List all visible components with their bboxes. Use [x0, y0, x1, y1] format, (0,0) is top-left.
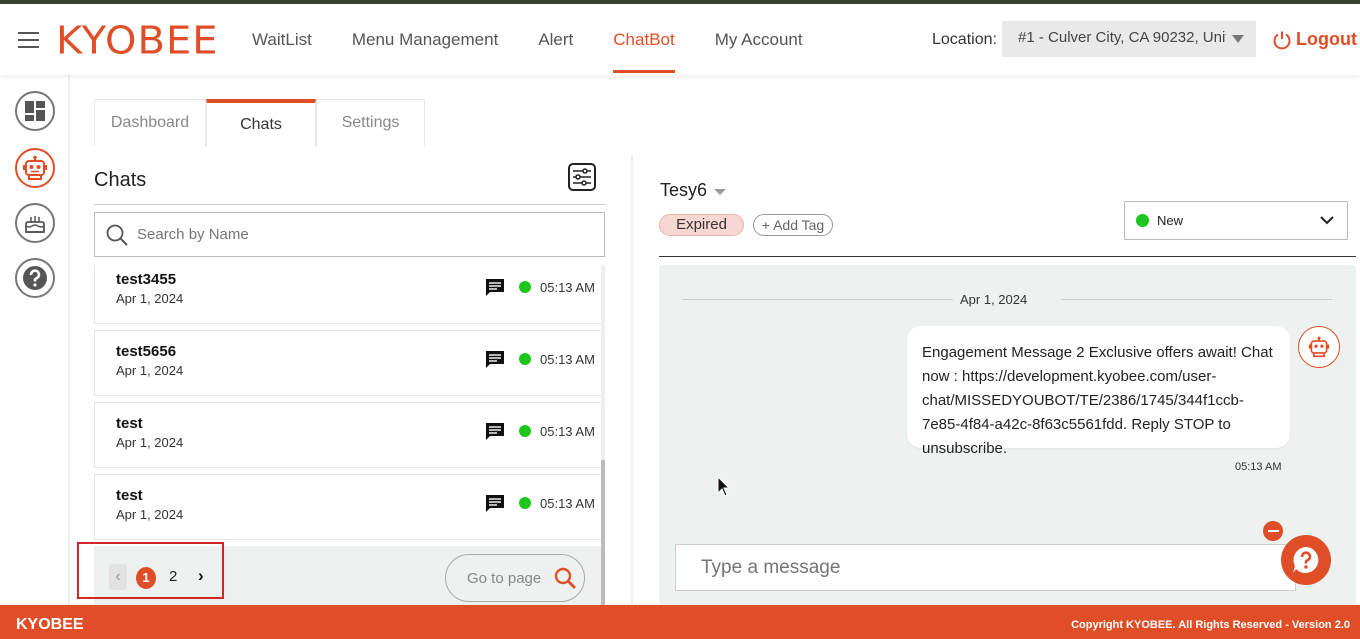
panel-divider [631, 155, 633, 605]
chat-list-item[interactable]: test Apr 1, 2024 05:13 AM [94, 402, 602, 468]
message-bubble: Engagement Message 2 Exclusive offers aw… [907, 326, 1290, 457]
chat-name: test5656 [116, 343, 177, 360]
footer-brand: KYOBEE [16, 616, 84, 633]
dashboard-icon [25, 101, 45, 121]
message-time: 05:13 AM [1235, 461, 1282, 473]
status-dot [1136, 214, 1149, 227]
footer-copyright: Copyright KYOBEE. All Rights Reserved - … [1071, 619, 1350, 631]
message-icon [486, 495, 504, 512]
location-value: #1 - Culver City, CA 90232, United State… [1018, 29, 1226, 46]
contact-name: Tesy6 [660, 180, 708, 200]
online-status-dot [519, 497, 531, 509]
location-select[interactable]: #1 - Culver City, CA 90232, United State… [1002, 21, 1256, 57]
nav-waitlist[interactable]: WaitList [232, 4, 332, 75]
minus-icon [1267, 530, 1279, 532]
bot-avatar [1298, 326, 1340, 368]
chats-panel: Chats test3455 Apr 1, 2024 05:13 AM test… [94, 155, 605, 605]
chats-title: Chats [94, 169, 147, 191]
chevron-down-icon [1320, 216, 1334, 225]
filter-button[interactable] [568, 163, 596, 191]
tab-settings[interactable]: Settings [316, 99, 425, 146]
goto-page-placeholder: Go to page [467, 569, 542, 587]
nav-menu-management[interactable]: Menu Management [332, 4, 518, 75]
message-icon [486, 351, 504, 368]
search-icon[interactable] [553, 566, 577, 590]
main-nav: WaitList Menu Management Alert ChatBot M… [232, 4, 823, 75]
sidebar-item-events[interactable] [15, 203, 55, 243]
search-input[interactable] [137, 226, 577, 243]
filter-sliders-icon [573, 168, 591, 186]
caret-down-icon [714, 188, 727, 195]
robot-icon [1308, 336, 1330, 358]
status-select-value: New [1157, 213, 1184, 228]
tabs: Dashboard Chats Settings [94, 99, 425, 146]
location-label: Location: [932, 31, 997, 48]
online-status-dot [519, 353, 531, 365]
sidebar-item-help[interactable] [15, 258, 55, 298]
chat-list-item[interactable]: test Apr 1, 2024 05:13 AM [94, 474, 602, 540]
online-status-dot [519, 281, 531, 293]
goto-page-field[interactable]: Go to page [445, 554, 585, 602]
logout-button[interactable]: Logout [1272, 29, 1357, 50]
chat-name: test [116, 487, 143, 504]
help-chat-button[interactable] [1281, 535, 1331, 585]
chat-list-item[interactable]: test3455 Apr 1, 2024 05:13 AM [94, 265, 602, 324]
nav-chatbot[interactable]: ChatBot [593, 4, 694, 75]
chat-list: test3455 Apr 1, 2024 05:13 AM test5656 A… [94, 265, 605, 546]
nav-alert[interactable]: Alert [518, 4, 593, 75]
divider [682, 299, 953, 300]
chat-time: 05:13 AM [540, 352, 595, 367]
help-icon [23, 266, 47, 290]
chat-date: Apr 1, 2024 [116, 435, 184, 450]
message-input-box [675, 544, 1296, 591]
message-icon [486, 279, 504, 296]
message-input[interactable] [701, 556, 1281, 579]
logout-label: Logout [1296, 29, 1357, 49]
hamburger-menu-icon[interactable] [18, 32, 39, 49]
header: KYOBEE WaitList Menu Management Alert Ch… [0, 4, 1360, 75]
power-icon [1273, 31, 1291, 49]
pagination-prev-button[interactable]: ‹ [109, 564, 127, 590]
conversation-status-select[interactable]: New [1124, 201, 1348, 240]
nav-my-account[interactable]: My Account [695, 4, 823, 75]
chat-time: 05:13 AM [540, 496, 595, 511]
mouse-cursor-icon [717, 476, 731, 497]
status-badge: Expired [659, 214, 744, 236]
divider [94, 204, 605, 205]
pagination-page-1[interactable]: 1 [136, 567, 156, 589]
chat-time: 05:13 AM [540, 280, 595, 295]
cake-icon [25, 216, 45, 233]
online-status-dot [519, 425, 531, 437]
pagination-next-button[interactable]: › [198, 566, 204, 586]
chat-date: Apr 1, 2024 [116, 507, 184, 522]
help-bubble-icon [1293, 547, 1319, 573]
message-icon [486, 423, 504, 440]
caret-down-icon [1232, 35, 1244, 43]
date-separator: Apr 1, 2024 [960, 292, 1028, 307]
footer: KYOBEE Copyright KYOBEE. All Rights Rese… [0, 605, 1360, 639]
sidebar-item-dashboard[interactable] [15, 91, 55, 131]
tab-chats[interactable]: Chats [206, 99, 316, 146]
add-tag-button[interactable]: + Add Tag [753, 214, 833, 236]
logo: KYOBEE [56, 19, 219, 63]
sidebar-item-chatbot[interactable] [15, 148, 55, 188]
divider [1061, 299, 1332, 300]
chat-time: 05:13 AM [540, 424, 595, 439]
chat-list-scroll-thumb[interactable] [601, 460, 605, 605]
remove-button[interactable] [1263, 521, 1283, 541]
chat-date: Apr 1, 2024 [116, 363, 184, 378]
chat-list-item[interactable]: test5656 Apr 1, 2024 05:13 AM [94, 330, 602, 396]
pagination-page-2[interactable]: 2 [169, 568, 177, 585]
search-box [94, 212, 605, 257]
chat-name: test [116, 415, 143, 432]
chat-name: test3455 [116, 271, 177, 288]
contact-name-dropdown[interactable]: Tesy6 [660, 180, 727, 201]
search-icon [106, 224, 128, 246]
robot-icon [23, 155, 47, 180]
tab-dashboard[interactable]: Dashboard [94, 99, 206, 146]
sidebar [0, 75, 70, 605]
divider [659, 256, 1356, 257]
chat-date: Apr 1, 2024 [116, 291, 184, 306]
